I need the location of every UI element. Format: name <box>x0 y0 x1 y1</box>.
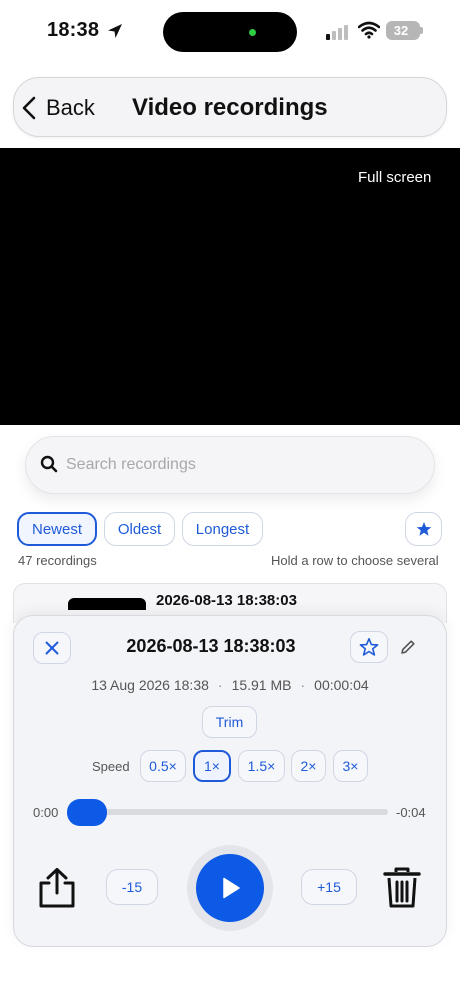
close-icon <box>45 641 59 655</box>
filter-oldest-chip[interactable]: Oldest <box>104 512 175 546</box>
battery-level: 32 <box>393 23 409 38</box>
recordings-count: 47 recordings <box>18 553 97 568</box>
speed-option-2x[interactable]: 2× <box>291 750 326 782</box>
play-button[interactable] <box>196 854 264 922</box>
search-icon <box>40 455 58 473</box>
recording-date: 13 Aug 2026 18:38 <box>91 677 209 693</box>
pencil-icon <box>401 640 415 654</box>
search-input[interactable] <box>66 451 406 479</box>
video-player[interactable] <box>0 148 460 425</box>
skip-back-button[interactable]: -15 <box>106 869 158 905</box>
filter-newest-chip[interactable]: Newest <box>17 512 97 546</box>
seek-track[interactable] <box>68 809 388 815</box>
recording-thumbnail <box>68 598 146 610</box>
speed-option-1x[interactable]: 1× <box>193 750 231 782</box>
multi-select-hint: Hold a row to choose several <box>271 553 439 568</box>
cellular-signal-icon <box>326 25 348 40</box>
filter-longest-chip[interactable]: Longest <box>182 512 263 546</box>
fullscreen-button[interactable]: Full screen <box>358 169 431 186</box>
recording-title: 2026-08-13 18:38:03 <box>126 636 296 656</box>
recording-duration: 00:00:04 <box>314 677 369 693</box>
list-item-title: 2026-08-13 18:38:03 <box>156 593 297 606</box>
delete-button[interactable] <box>382 866 422 910</box>
back-button[interactable]: Back <box>22 93 95 123</box>
star-filled-icon <box>416 522 431 536</box>
play-icon <box>223 877 240 899</box>
skip-forward-button[interactable]: +15 <box>301 869 357 905</box>
favorites-filter-button[interactable] <box>405 512 442 546</box>
recording-size: 15.91 MB <box>231 677 292 693</box>
dynamic-island <box>163 12 297 52</box>
back-label: Back <box>46 95 95 120</box>
speed-label: Speed <box>92 759 130 774</box>
status-time: 18:38 <box>47 19 100 41</box>
wifi-icon <box>358 21 380 39</box>
speed-option-3x[interactable]: 3× <box>333 750 368 782</box>
share-button[interactable] <box>35 866 81 912</box>
battery-cap <box>420 27 423 34</box>
page-title: Video recordings <box>132 94 328 121</box>
seek-thumb[interactable] <box>67 799 107 826</box>
trash-icon <box>383 867 421 908</box>
remaining-time: -0:04 <box>396 805 426 820</box>
chevron-left-icon <box>22 96 36 120</box>
speed-option-1-5x[interactable]: 1.5× <box>238 750 285 782</box>
favorite-button[interactable] <box>350 631 388 663</box>
status-bar: 18:38 32 <box>0 0 460 64</box>
location-arrow-icon <box>108 24 122 38</box>
camera-indicator-icon <box>249 29 256 36</box>
speed-option-0-5x[interactable]: 0.5× <box>140 750 186 782</box>
close-button[interactable] <box>33 632 71 664</box>
recording-details: 13 Aug 2026 18:38 · 15.91 MB · 00:00:04 <box>91 677 369 693</box>
trim-button[interactable]: Trim <box>202 706 257 738</box>
star-outline-icon <box>359 638 379 656</box>
share-icon <box>39 868 75 908</box>
rename-button[interactable] <box>399 638 419 658</box>
elapsed-time: 0:00 <box>33 805 59 820</box>
